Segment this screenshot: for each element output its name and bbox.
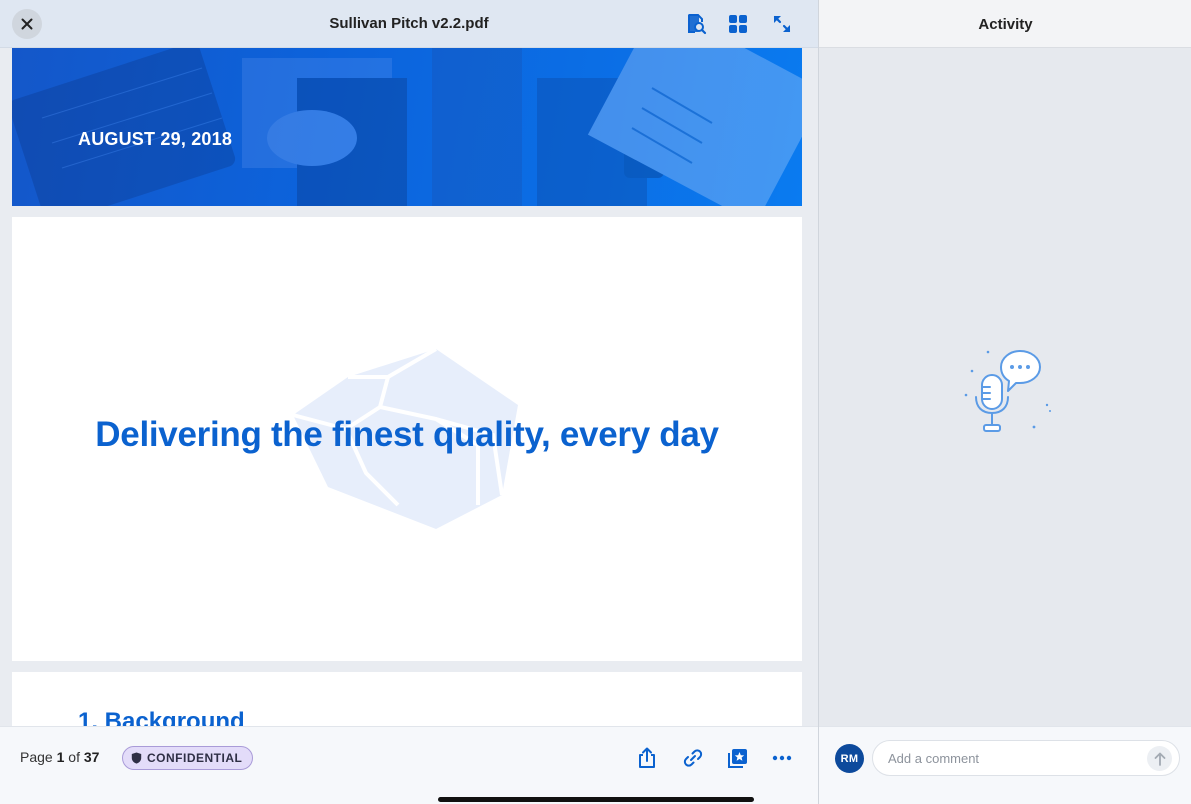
avatar[interactable]: RM (835, 744, 864, 773)
collection-icon (728, 749, 747, 768)
comment-composer: RM (819, 726, 1191, 804)
thumbnails-button[interactable] (725, 11, 751, 37)
shield-icon (131, 752, 142, 764)
viewer-footer: Page 1 of 37 CONFIDENTIAL (0, 726, 818, 804)
classification-badge[interactable]: CONFIDENTIAL (122, 746, 254, 770)
page-label: Page (20, 749, 53, 765)
banner-date: AUGUST 29, 2018 (78, 129, 233, 149)
share-button[interactable] (634, 745, 660, 771)
of-label: of (68, 749, 80, 765)
send-comment-button[interactable] (1147, 746, 1172, 771)
add-to-collection-button[interactable] (725, 745, 751, 771)
cover-headline: Delivering the finest quality, every day (95, 415, 719, 454)
viewer-header: Sullivan Pitch v2.2.pdf (0, 0, 818, 48)
page-banner: AUGUST 29, 2018 (12, 48, 802, 206)
more-icon (772, 755, 792, 761)
total-pages: 37 (83, 749, 100, 765)
comment-input[interactable] (872, 740, 1180, 776)
more-options-button[interactable] (769, 745, 795, 771)
page-indicator: Page 1 of 37 (20, 749, 99, 765)
classification-label: CONFIDENTIAL (147, 751, 243, 765)
fullscreen-icon (773, 15, 791, 33)
link-icon (683, 749, 703, 767)
document-viewer: Sullivan Pitch v2.2.pdf AUGUST 29, 2018 … (0, 0, 818, 804)
activity-title: Activity (978, 16, 1033, 33)
thumbnails-grid-icon (729, 15, 747, 33)
copy-link-button[interactable] (680, 745, 706, 771)
page-cover: Delivering the finest quality, every day (12, 217, 802, 661)
page-scroller[interactable]: AUGUST 29, 2018 Delivering the finest qu… (12, 48, 802, 792)
search-document-button[interactable] (683, 11, 709, 37)
fullscreen-button[interactable] (769, 11, 795, 37)
home-indicator (438, 797, 754, 802)
microphone-chat-icon (964, 350, 1051, 432)
share-icon (639, 747, 655, 768)
search-document-icon (688, 14, 707, 35)
activity-header: Activity (819, 0, 1191, 48)
send-arrow-icon (1154, 752, 1165, 766)
current-page: 1 (56, 749, 65, 765)
banner-background-image (12, 48, 802, 206)
activity-panel: Activity RM (818, 0, 1191, 804)
